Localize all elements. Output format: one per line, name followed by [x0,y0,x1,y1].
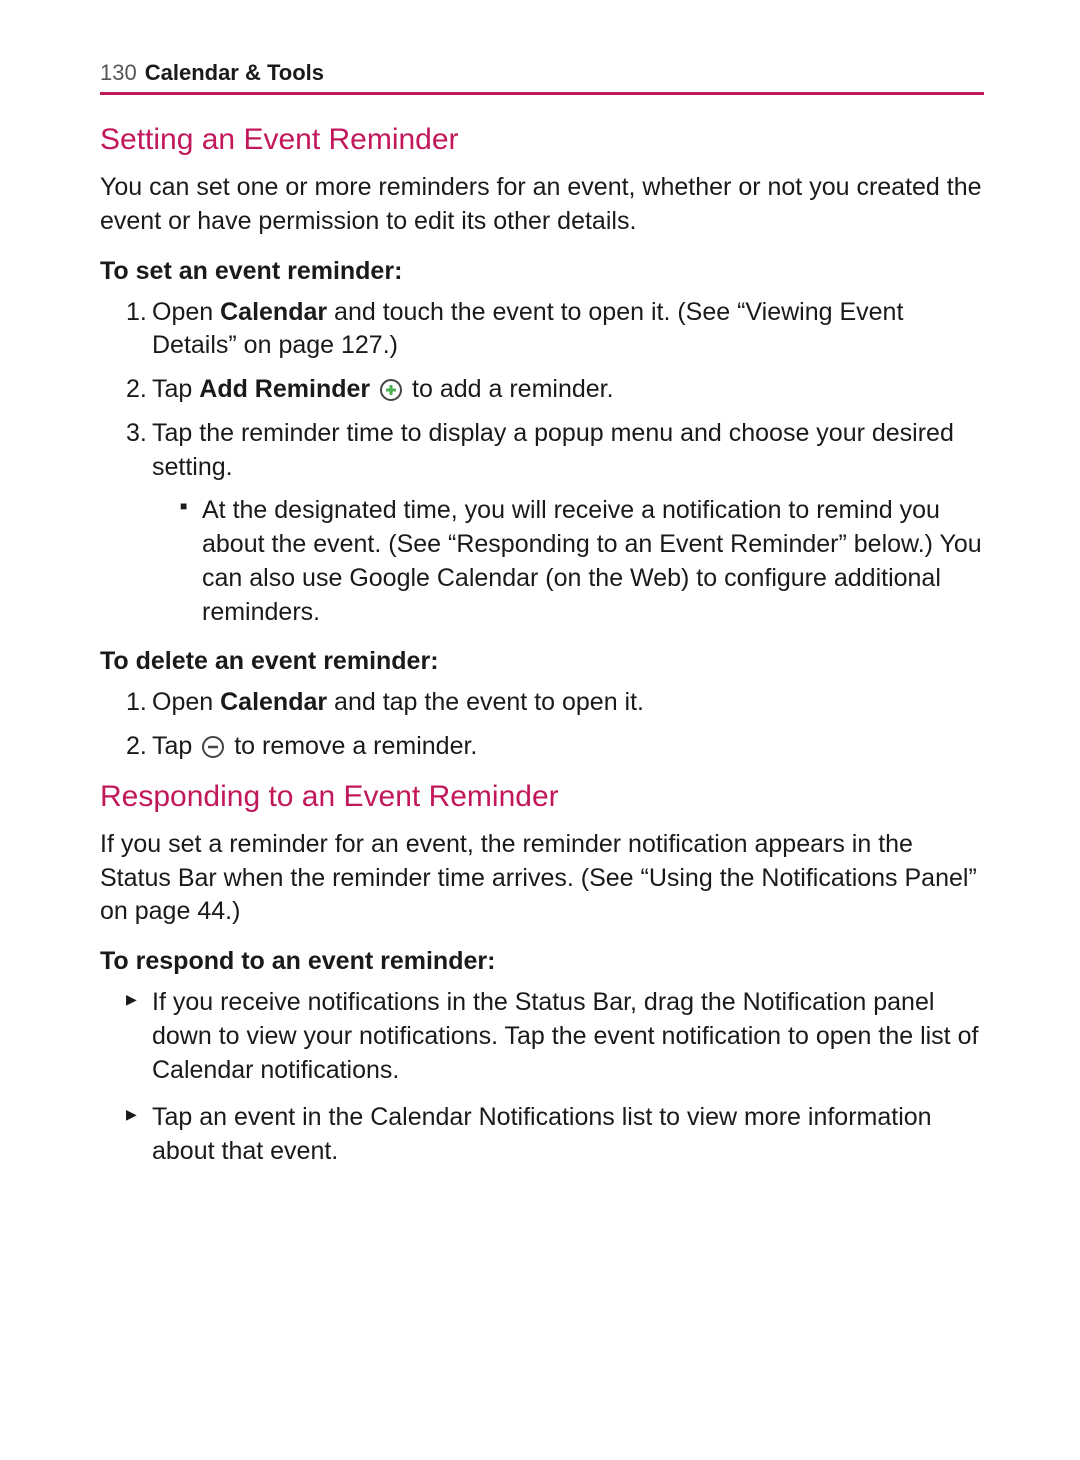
section-heading-responding: Responding to an Event Reminder [100,780,984,814]
sub-heading-set-reminder: To set an event reminder: [100,257,984,286]
step-text: Tap the reminder time to display a popup… [152,419,954,481]
page-header: 130 Calendar & Tools [100,60,984,95]
step-3: Tap the reminder time to display a popup… [126,417,984,630]
step-2: Tap to remove a reminder. [126,730,984,764]
respond-bullet-1: If you receive notifications in the Stat… [126,986,984,1087]
section-heading-setting: Setting an Event Reminder [100,123,984,157]
step-1: Open Calendar and touch the event to ope… [126,296,984,364]
step-2: Tap Add Reminder to add a reminder. [126,373,984,407]
manual-page: 130 Calendar & Tools Setting an Event Re… [0,0,1080,1263]
bold-calendar: Calendar [220,688,327,716]
delete-reminder-steps: Open Calendar and tap the event to open … [100,686,984,764]
plus-circle-icon [379,378,403,402]
bold-add-reminder: Add Reminder [199,375,370,403]
step-text: Tap [152,375,199,403]
step-text: Open [152,298,220,326]
step-3-sub-bullets: At the designated time, you will receive… [152,494,984,629]
step-text: Tap [152,732,199,760]
respond-reminder-bullets: If you receive notifications in the Stat… [100,986,984,1169]
bold-calendar: Calendar [220,298,327,326]
respond-bullet-2: Tap an event in the Calendar Notificatio… [126,1101,984,1169]
sub-heading-respond-reminder: To respond to an event reminder: [100,947,984,976]
section2-intro: If you set a reminder for an event, the … [100,828,984,929]
step-1: Open Calendar and tap the event to open … [126,686,984,720]
sub-heading-delete-reminder: To delete an event reminder: [100,647,984,676]
step-text: Open [152,688,220,716]
page-number: 130 [100,60,137,86]
header-title: Calendar & Tools [145,60,324,86]
section1-intro: You can set one or more reminders for an… [100,171,984,239]
minus-circle-icon [201,735,225,759]
step-text: to add a reminder. [412,375,614,403]
sub-bullet-item: At the designated time, you will receive… [180,494,984,629]
step-text: to remove a reminder. [227,732,477,760]
set-reminder-steps: Open Calendar and touch the event to ope… [100,296,984,630]
step-text: and tap the event to open it. [327,688,644,716]
